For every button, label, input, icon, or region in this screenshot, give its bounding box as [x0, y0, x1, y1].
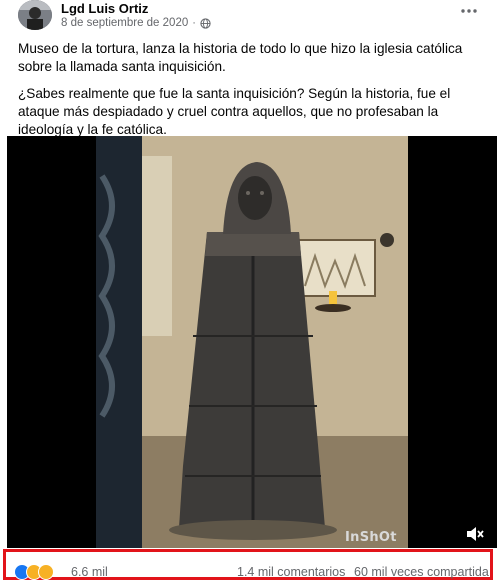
wow-reaction-icon: [38, 564, 54, 580]
post-meta: 8 de septiembre de 2020 ·: [61, 17, 211, 29]
shares-count[interactable]: 60 mil veces compartida: [354, 565, 489, 579]
reaction-icons[interactable]: [14, 564, 54, 580]
video-watermark: InShOt: [345, 530, 397, 545]
author-name[interactable]: Lgd Luis Ortiz: [61, 1, 148, 16]
post-paragraph-1: Museo de la tortura, lanza la historia d…: [18, 41, 463, 74]
mute-icon[interactable]: [465, 525, 485, 543]
reaction-count[interactable]: 6.6 mil: [71, 565, 108, 579]
post-paragraph-2: ¿Sabes realmente que fue la santa inquis…: [18, 86, 451, 137]
more-options-icon[interactable]: [460, 6, 478, 16]
meta-separator: ·: [192, 17, 196, 29]
globe-icon: [200, 17, 211, 29]
post-date[interactable]: 8 de septiembre de 2020: [61, 17, 188, 29]
avatar[interactable]: [18, 0, 52, 30]
post-video[interactable]: InShOt: [7, 136, 497, 548]
post-header: Lgd Luis Ortiz 8 de septiembre de 2020 ·: [0, 0, 504, 34]
comments-count[interactable]: 1.4 mil comentarios: [237, 565, 345, 579]
